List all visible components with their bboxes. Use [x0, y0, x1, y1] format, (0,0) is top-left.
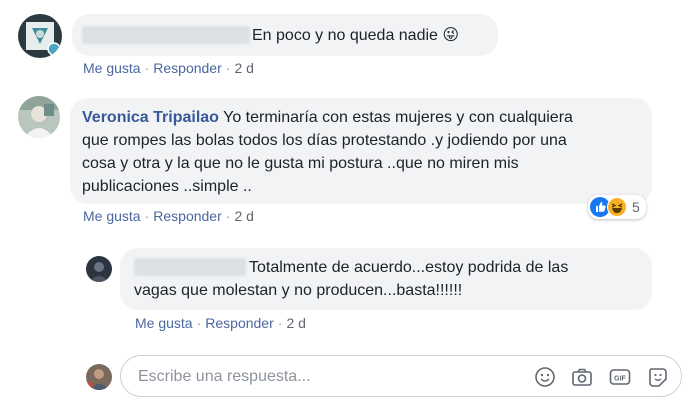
like-link[interactable]: Me gusta [135, 315, 193, 331]
comment-text: publicaciones ..simple .. [82, 178, 252, 195]
timestamp[interactable]: 2 d [234, 60, 253, 76]
sticker-icon[interactable] [647, 366, 669, 388]
comment-bubble: Veronica Tripailao Yo terminaría con est… [70, 98, 652, 204]
timestamp[interactable]: 2 d [286, 315, 305, 331]
comment-text: que rompes las bolas todos los días prot… [82, 132, 567, 149]
like-link[interactable]: Me gusta [83, 60, 141, 76]
like-link[interactable]: Me gusta [83, 208, 141, 224]
comment-text: Yo terminaría con estas mujeres y con cu… [223, 109, 573, 126]
timestamp[interactable]: 2 d [234, 208, 253, 224]
reply-input[interactable] [136, 365, 520, 389]
reactions-summary[interactable]: 5 [588, 195, 646, 219]
comment-author-link[interactable]: Veronica Tripailao [82, 109, 219, 126]
avatar[interactable] [18, 96, 60, 138]
comment-actions: Me gusta · Responder · 2 d [83, 208, 254, 224]
reply-bubble: Totalmente de acuerdo...estoy podrida de… [120, 248, 652, 310]
comment-text: cosa y otra y la que no le gusta mi post… [82, 155, 519, 172]
reply-actions: Me gusta · Responder · 2 d [135, 315, 306, 331]
avatar[interactable] [86, 256, 112, 282]
reply-link[interactable]: Responder [153, 60, 222, 76]
reply-input-box[interactable]: GIF [120, 355, 682, 397]
reply-text-line: vagas que molestan y no producen...basta… [134, 282, 463, 299]
comment-bubble: En poco y no queda nadie 😜 [72, 14, 498, 56]
current-user-avatar[interactable] [86, 364, 112, 390]
reply-link[interactable]: Responder [205, 315, 274, 331]
comment-actions: Me gusta · Responder · 2 d [83, 60, 254, 76]
avatar[interactable] [18, 14, 62, 58]
reply-link[interactable]: Responder [153, 208, 222, 224]
gif-icon[interactable]: GIF [609, 366, 631, 388]
reply-author-redacted[interactable] [134, 258, 246, 276]
reply-text-line: Totalmente de acuerdo...estoy podrida de… [249, 259, 569, 276]
camera-icon[interactable] [571, 366, 593, 388]
svg-text:GIF: GIF [614, 376, 626, 383]
emoji-icon[interactable] [534, 366, 556, 388]
comment-text: En poco y no queda nadie 😜 [252, 27, 460, 44]
haha-icon [607, 197, 627, 217]
reactions-count: 5 [632, 199, 640, 215]
comment-author-redacted[interactable] [82, 26, 250, 44]
